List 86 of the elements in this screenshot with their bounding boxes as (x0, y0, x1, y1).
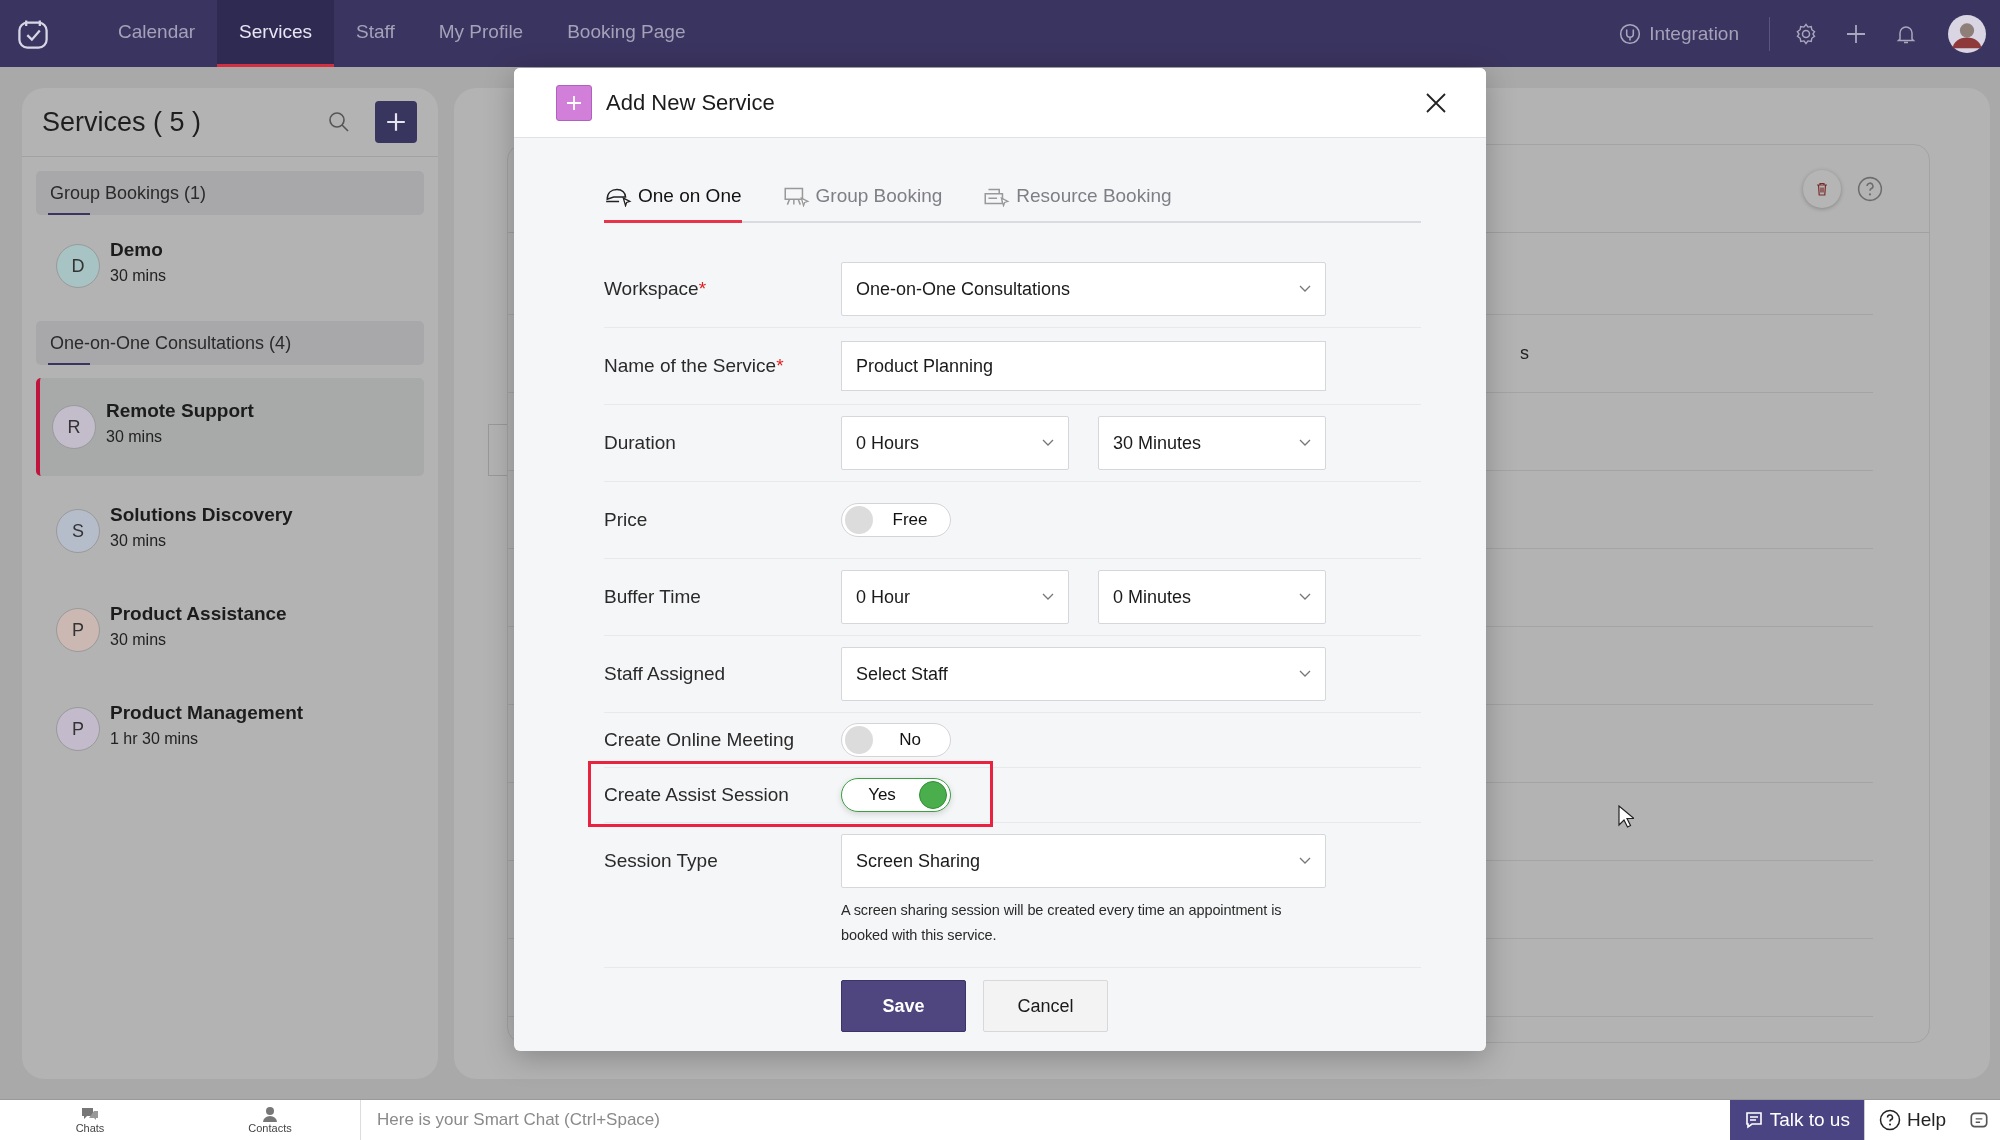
chevron-down-icon (1299, 857, 1311, 865)
dialog-title: Add New Service (606, 89, 775, 116)
service-name: Product Assistance (110, 603, 287, 625)
initial-avatar: P (56, 707, 100, 751)
plus-icon (385, 111, 407, 133)
required-mark: * (698, 278, 707, 300)
initial-avatar: D (56, 244, 100, 288)
panel-title: Services ( 5 ) (42, 106, 203, 138)
service-name: Remote Support (106, 400, 254, 422)
chat-icon (1743, 1110, 1764, 1130)
chat-input[interactable]: Here is your Smart Chat (Ctrl+Space) (377, 1110, 777, 1130)
chats-button[interactable]: Chats (0, 1100, 180, 1140)
service-duration: 30 mins (110, 631, 168, 649)
talk-to-us-button[interactable]: Talk to us (1729, 1100, 1864, 1140)
service-name: Product Management (110, 702, 304, 724)
person-icon (260, 1106, 280, 1122)
field-label: Price (604, 509, 648, 531)
field-label: Staff Assigned (604, 663, 726, 685)
service-item[interactable]: P Product Management 1 hr 30 mins (36, 685, 424, 773)
row-text: s (1520, 343, 1529, 364)
chevron-down-icon (1042, 439, 1054, 447)
nav-tab[interactable]: My Profile (416, 0, 546, 67)
plug-icon (1619, 22, 1642, 45)
booking-type-tab[interactable]: Group Booking (781, 171, 943, 223)
service-duration: 30 mins (110, 532, 168, 550)
cancel-button[interactable]: Cancel (983, 980, 1108, 1032)
field-label: Name of the Service (604, 355, 777, 377)
close-icon[interactable] (1424, 90, 1448, 115)
settings-icon[interactable] (1794, 21, 1818, 46)
integration-link[interactable]: Integration (1619, 22, 1739, 45)
service-item[interactable]: S Solutions Discovery 30 mins (36, 487, 424, 575)
help-text: A screen sharing session will be created every time an appointment is booked with this service. (841, 901, 1283, 945)
booking-type-tab[interactable]: Resource Booking (982, 171, 1172, 223)
service-item[interactable]: P Product Assistance 30 mins (36, 586, 424, 674)
mouse-cursor-icon (1618, 805, 1634, 829)
chevron-down-icon (1299, 285, 1311, 293)
toggle-switch[interactable]: No (841, 723, 951, 757)
group-header[interactable]: One-on-One Consultations (4) (36, 321, 424, 365)
chat-bubbles-icon (80, 1106, 100, 1122)
chevron-down-icon (1299, 439, 1311, 447)
contacts-button[interactable]: Contacts (180, 1100, 360, 1140)
help-icon (1878, 1109, 1901, 1131)
help-button[interactable]: Help (1863, 1100, 1964, 1140)
field-label: Session Type (604, 850, 718, 872)
add-icon (556, 84, 592, 121)
service-name: Demo (110, 239, 164, 261)
add-service-button[interactable] (375, 101, 417, 143)
nav-tab[interactable]: Services (217, 0, 334, 67)
nav-tab[interactable]: Calendar (96, 0, 218, 67)
field-label: Buffer Time (604, 586, 701, 608)
field-label: Create Assist Session (604, 784, 789, 806)
text-field[interactable]: Product Planning (841, 341, 1326, 391)
dropdown-field[interactable]: 30 Minutes (1098, 416, 1326, 470)
nav-tab[interactable]: Staff (333, 0, 417, 67)
save-button[interactable]: Save (841, 980, 966, 1032)
toggle-switch[interactable]: Free (841, 503, 951, 537)
dropdown-field[interactable]: 0 Hours (841, 416, 1069, 470)
field-label: Workspace (604, 278, 699, 300)
initial-avatar: S (56, 509, 100, 553)
initial-avatar: R (52, 405, 96, 449)
delete-button[interactable] (1803, 169, 1841, 208)
dropdown-field[interactable]: Screen Sharing (841, 834, 1326, 888)
service-duration: 1 hr 30 mins (110, 730, 200, 748)
dropdown-field[interactable]: 0 Minutes (1098, 570, 1326, 624)
avatar-icon[interactable] (1948, 14, 1986, 53)
booking-type-tab[interactable]: One on One (604, 171, 742, 223)
chevron-down-icon (1299, 593, 1311, 601)
group-header[interactable]: Group Bookings (1) (36, 171, 424, 215)
trash-icon (1814, 180, 1830, 197)
search-icon[interactable] (327, 110, 351, 134)
initial-avatar: P (56, 608, 100, 652)
service-duration: 30 mins (106, 428, 164, 446)
required-mark: * (776, 355, 784, 377)
field-label: Duration (604, 432, 676, 454)
service-duration: 30 mins (110, 267, 167, 285)
service-item[interactable]: R Remote Support 30 mins (36, 378, 424, 476)
chevron-down-icon (1042, 593, 1054, 601)
dropdown-field[interactable]: Select Staff (841, 647, 1326, 701)
chevron-down-icon (1299, 670, 1311, 678)
dropdown-field[interactable]: One-on-One Consultations (841, 262, 1326, 316)
field-label: Create Online Meeting (604, 729, 795, 751)
nav-tab[interactable]: Booking Page (545, 0, 708, 67)
toggle-switch[interactable]: Yes (841, 778, 951, 812)
dropdown-field[interactable]: 0 Hour (841, 570, 1069, 624)
service-item[interactable]: D Demo 30 mins (36, 222, 424, 310)
service-name: Solutions Discovery (110, 504, 293, 526)
